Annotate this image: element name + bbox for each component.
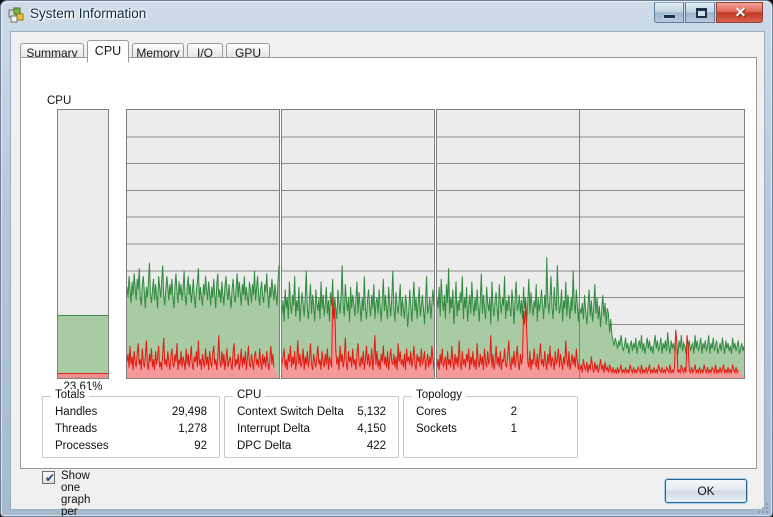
cpu-gauge-user-fill (58, 314, 108, 378)
group-box-totals: Totals Handles 29,498 Threads 1,278 Processes… (42, 389, 220, 458)
row-value-cpu-1: 4,150 (357, 423, 386, 435)
row-value-cpu-0: 5,132 (357, 406, 386, 418)
group-box-topology: Topology Cores 2 Sockets 1 (403, 389, 578, 458)
group-title-topology: Topology (412, 389, 467, 401)
checkbox-box[interactable]: ✔ (42, 471, 56, 485)
row-value-totals-0: 29,498 (171, 406, 207, 418)
close-icon: ✕ (734, 4, 747, 20)
group-box-cpu: CPU Context Switch Delta 5,132 Interrupt De… (224, 389, 399, 458)
cpu-gauge-track (57, 109, 109, 379)
dialog-client-area: Summary CPU Memory I/O GPU CPU 23.61% Totals… (10, 31, 765, 516)
cpu-graph-panel-2 (436, 109, 590, 379)
row-key-cpu-2: DPC Delta (237, 440, 292, 452)
minimize-icon (664, 15, 675, 18)
row-value-topology-1: 1 (510, 423, 517, 435)
maximize-icon (696, 8, 707, 18)
group-title-cpu: CPU (233, 389, 266, 401)
row-key-topology-1: Sockets (416, 423, 457, 435)
row-value-cpu-2: 422 (366, 440, 386, 452)
cpu-gauge-kernel-fill (58, 373, 108, 378)
row-key-cpu-0: Context Switch Delta (237, 406, 344, 418)
window-title: System Information (30, 6, 147, 21)
cpu-group-label: CPU (44, 95, 75, 107)
checkbox-label: Show one graph per CPU (61, 470, 91, 517)
cpu-graph-panel-1 (281, 109, 435, 379)
row-value-totals-2: 92 (194, 440, 207, 452)
minimize-button[interactable] (654, 2, 684, 23)
row-value-totals-1: 1,278 (178, 423, 207, 435)
row-value-topology-0: 2 (510, 406, 517, 418)
title-bar[interactable]: System Information ✕ (1, 1, 772, 31)
check-icon: ✔ (45, 471, 56, 485)
ok-button[interactable]: OK (665, 479, 747, 503)
cpu-graph-panel-0 (126, 109, 280, 379)
maximize-button[interactable] (685, 2, 715, 23)
cpu-total-gauge: 23.61% (57, 109, 109, 393)
cpu-graph-panel-3 (579, 109, 745, 379)
row-key-topology-0: Cores (416, 406, 447, 418)
row-key-totals-2: Processes (55, 440, 109, 452)
row-key-totals-1: Threads (55, 423, 98, 435)
tab-cpu[interactable]: CPU (87, 40, 129, 63)
close-button[interactable]: ✕ (716, 2, 763, 23)
row-key-cpu-1: Interrupt Delta (237, 423, 310, 435)
group-title-totals: Totals (51, 389, 90, 401)
row-key-totals-0: Handles (55, 406, 98, 418)
process-explorer-icon (8, 7, 24, 23)
resize-grip[interactable] (757, 502, 769, 514)
system-information-window: System Information ✕ Summary CPU Memory I/O… (0, 0, 773, 517)
